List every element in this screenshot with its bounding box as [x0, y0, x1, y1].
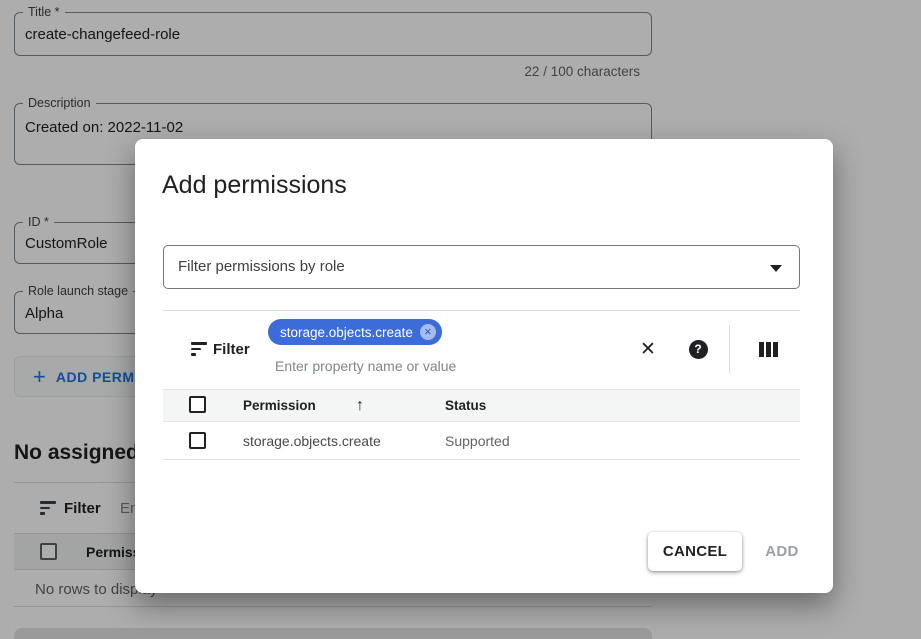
filter-chip[interactable]: storage.objects.create ✕: [268, 319, 442, 345]
chip-remove-glyph: ✕: [424, 327, 432, 338]
permission-cell: storage.objects.create: [243, 423, 381, 459]
filter-icon: [191, 342, 207, 356]
chip-remove-icon[interactable]: ✕: [420, 324, 436, 340]
role-select-placeholder: Filter permissions by role: [178, 246, 345, 288]
filter-permissions-by-role-select[interactable]: Filter permissions by role: [163, 245, 800, 289]
help-icon: ?: [689, 340, 708, 359]
row-checkbox[interactable]: [189, 432, 206, 449]
add-permissions-dialog: Add permissions Filter permissions by ro…: [135, 139, 833, 593]
cancel-button[interactable]: CANCEL: [648, 532, 742, 571]
table-row[interactable]: storage.objects.create Supported: [163, 423, 800, 460]
clear-filters-button[interactable]: ✕: [635, 336, 661, 362]
select-all-checkbox[interactable]: [189, 396, 206, 413]
chevron-down-icon: [770, 265, 782, 272]
filter-label: Filter: [213, 341, 250, 358]
filter-chip-label: storage.objects.create: [280, 325, 413, 340]
permissions-table-header: Permission ↑ Status: [163, 389, 800, 422]
status-column-header[interactable]: Status: [445, 390, 486, 421]
divider: [163, 310, 800, 311]
status-cell: Supported: [445, 423, 510, 459]
column-display-options-button[interactable]: [759, 342, 778, 357]
divider: [729, 325, 730, 373]
close-icon: ✕: [640, 340, 656, 359]
filter-help-button[interactable]: ?: [685, 336, 711, 362]
filter-input[interactable]: Enter property name or value: [275, 358, 456, 374]
permission-column-header[interactable]: Permission: [243, 390, 316, 421]
sort-ascending-icon[interactable]: ↑: [356, 390, 364, 421]
add-button[interactable]: ADD: [742, 532, 822, 571]
dialog-title: Add permissions: [162, 171, 347, 200]
